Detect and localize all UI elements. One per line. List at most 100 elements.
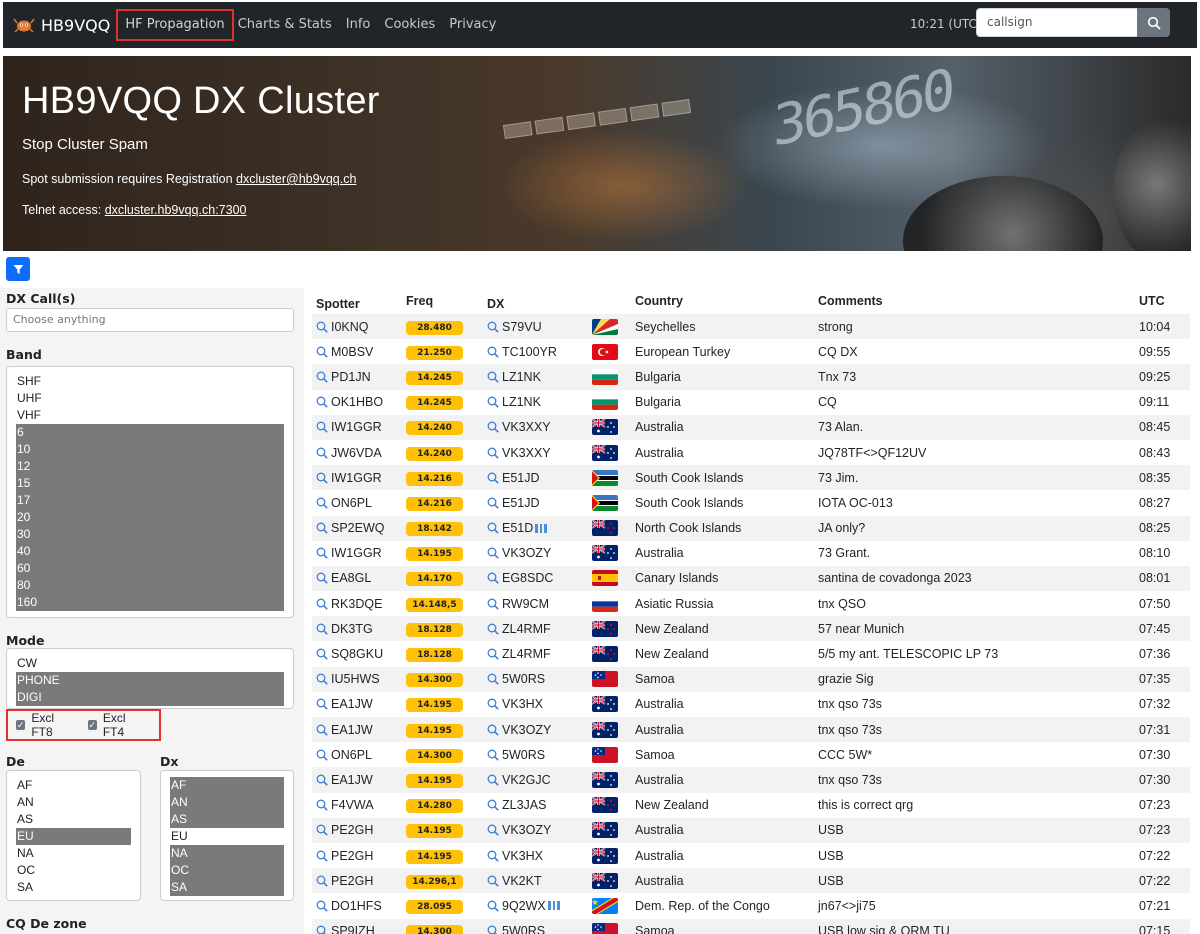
listbox-option[interactable]: VHF bbox=[16, 407, 284, 424]
nav-info[interactable]: Info bbox=[339, 11, 378, 39]
listbox-option[interactable]: 80 bbox=[16, 577, 284, 594]
dx-callsign[interactable]: VK3OZY bbox=[502, 546, 551, 560]
lookup-magnifier-icon[interactable] bbox=[487, 698, 499, 711]
spotter-callsign[interactable]: PE2GH bbox=[331, 874, 373, 888]
header-utc[interactable]: UTC bbox=[1139, 292, 1189, 314]
spotter-callsign[interactable]: SP2EWQ bbox=[331, 521, 385, 535]
listbox-option[interactable]: AS bbox=[16, 811, 131, 828]
lookup-magnifier-icon[interactable] bbox=[487, 673, 499, 685]
mode-listbox[interactable]: CW PHONE DIGI bbox=[6, 648, 294, 709]
lookup-magnifier-icon[interactable] bbox=[316, 346, 328, 358]
listbox-option[interactable]: 60 bbox=[16, 560, 284, 577]
freq-badge[interactable]: 18.128 bbox=[406, 648, 463, 663]
search-button[interactable] bbox=[1137, 8, 1170, 37]
lookup-magnifier-icon[interactable] bbox=[316, 824, 328, 837]
freq-badge[interactable]: 14.195 bbox=[406, 547, 463, 562]
freq-badge[interactable]: 14.216 bbox=[406, 471, 463, 486]
listbox-option[interactable]: OC bbox=[16, 862, 131, 879]
listbox-option[interactable]: NA bbox=[170, 845, 284, 862]
dx-callsign[interactable]: LZ1NK bbox=[502, 395, 541, 409]
listbox-option[interactable]: SA bbox=[16, 879, 131, 896]
freq-badge[interactable]: 14.300 bbox=[406, 748, 463, 763]
lookup-magnifier-icon[interactable] bbox=[316, 698, 328, 711]
listbox-option[interactable]: 12 bbox=[16, 458, 284, 475]
lookup-magnifier-icon[interactable] bbox=[487, 472, 499, 484]
listbox-option[interactable]: 20 bbox=[16, 509, 284, 526]
freq-badge[interactable]: 14.195 bbox=[406, 723, 463, 738]
listbox-option[interactable]: 6 bbox=[16, 424, 284, 441]
listbox-option[interactable]: UHF bbox=[16, 390, 284, 407]
lookup-magnifier-icon[interactable] bbox=[487, 850, 499, 862]
lookup-magnifier-icon[interactable] bbox=[487, 900, 499, 912]
header-freq[interactable]: Freq bbox=[406, 292, 487, 314]
dx-callsign[interactable]: 5W0RS bbox=[502, 748, 545, 762]
listbox-option[interactable]: AF bbox=[16, 777, 131, 794]
spotter-callsign[interactable]: EA1JW bbox=[331, 723, 373, 737]
excl-ft8-checkbox[interactable]: ✓ Excl FT8 bbox=[16, 711, 76, 739]
freq-badge[interactable]: 14.280 bbox=[406, 799, 463, 814]
freq-badge[interactable]: 14.240 bbox=[406, 421, 463, 436]
lookup-magnifier-icon[interactable] bbox=[487, 346, 499, 358]
freq-badge[interactable]: 14.300 bbox=[406, 925, 463, 934]
dx-calls-select[interactable]: Choose anything bbox=[6, 308, 294, 332]
spotter-callsign[interactable]: IW1GGR bbox=[331, 546, 382, 560]
listbox-option[interactable]: CW bbox=[16, 655, 284, 672]
listbox-option[interactable]: DIGI bbox=[16, 689, 284, 706]
filter-toggle-button[interactable] bbox=[6, 257, 30, 281]
spotter-callsign[interactable]: EA8GL bbox=[331, 571, 371, 585]
lookup-magnifier-icon[interactable] bbox=[487, 799, 499, 811]
listbox-option[interactable]: 40 bbox=[16, 543, 284, 560]
lookup-magnifier-icon[interactable] bbox=[316, 598, 328, 610]
spotter-callsign[interactable]: F4VWA bbox=[331, 798, 374, 812]
telnet-link[interactable]: dxcluster.hb9vqq.ch:7300 bbox=[105, 203, 247, 217]
dx-callsign[interactable]: S79VU bbox=[502, 320, 542, 334]
lookup-magnifier-icon[interactable] bbox=[487, 925, 499, 934]
listbox-option[interactable]: EU bbox=[16, 828, 131, 845]
lookup-magnifier-icon[interactable] bbox=[487, 598, 499, 610]
listbox-option[interactable]: SA bbox=[170, 879, 284, 896]
dx-callsign[interactable]: VK3HX bbox=[502, 697, 543, 711]
lookup-magnifier-icon[interactable] bbox=[487, 371, 499, 383]
listbox-option[interactable]: 10 bbox=[16, 441, 284, 458]
nav-hf-propagation[interactable]: HF Propagation bbox=[116, 9, 234, 41]
header-comments[interactable]: Comments bbox=[818, 292, 1139, 314]
freq-badge[interactable]: 28.095 bbox=[406, 899, 463, 914]
spotter-callsign[interactable]: JW6VDA bbox=[331, 446, 382, 460]
dx-callsign[interactable]: E51JD bbox=[502, 471, 540, 485]
spotter-callsign[interactable]: IW1GGR bbox=[331, 471, 382, 485]
lookup-magnifier-icon[interactable] bbox=[316, 799, 328, 811]
lookup-magnifier-icon[interactable] bbox=[316, 673, 328, 685]
listbox-option[interactable]: AN bbox=[16, 794, 131, 811]
spotter-callsign[interactable]: IU5HWS bbox=[331, 672, 380, 686]
dx-callsign[interactable]: VK3HX bbox=[502, 849, 543, 863]
freq-badge[interactable]: 14.240 bbox=[406, 446, 463, 461]
lookup-magnifier-icon[interactable] bbox=[487, 547, 499, 560]
band-listbox[interactable]: SHF UHF VHF 6 10 12 15 17 20 30 40 60 80 160 bbox=[6, 366, 294, 618]
dx-callsign[interactable]: VK3XXY bbox=[502, 420, 551, 434]
freq-badge[interactable]: 14.216 bbox=[406, 496, 463, 511]
lookup-magnifier-icon[interactable] bbox=[316, 497, 328, 509]
spotter-callsign[interactable]: IW1GGR bbox=[331, 420, 382, 434]
spotter-callsign[interactable]: PE2GH bbox=[331, 823, 373, 837]
dx-callsign[interactable]: ZL4RMF bbox=[502, 622, 551, 636]
lookup-magnifier-icon[interactable] bbox=[316, 900, 328, 912]
dx-callsign[interactable]: TC100YR bbox=[502, 345, 557, 359]
freq-badge[interactable]: 18.128 bbox=[406, 622, 463, 637]
lookup-magnifier-icon[interactable] bbox=[487, 321, 499, 333]
freq-badge[interactable]: 14.245 bbox=[406, 370, 463, 385]
listbox-option[interactable]: 17 bbox=[16, 492, 284, 509]
lookup-magnifier-icon[interactable] bbox=[316, 623, 328, 635]
spotter-callsign[interactable]: EA1JW bbox=[331, 773, 373, 787]
spotter-callsign[interactable]: SQ8GKU bbox=[331, 647, 383, 661]
lookup-magnifier-icon[interactable] bbox=[316, 421, 328, 434]
lookup-magnifier-icon[interactable] bbox=[316, 850, 328, 862]
excl-ft4-checkbox[interactable]: ✓ Excl FT4 bbox=[87, 711, 148, 739]
dx-callsign[interactable]: EG8SDC bbox=[502, 571, 553, 585]
freq-badge[interactable]: 14.195 bbox=[406, 849, 463, 864]
lookup-magnifier-icon[interactable] bbox=[487, 572, 499, 585]
freq-badge[interactable]: 14.195 bbox=[406, 824, 463, 839]
lookup-magnifier-icon[interactable] bbox=[316, 648, 328, 660]
lookup-magnifier-icon[interactable] bbox=[316, 774, 328, 786]
listbox-option[interactable]: 15 bbox=[16, 475, 284, 492]
callsign-search-input[interactable]: callsign bbox=[976, 8, 1138, 37]
